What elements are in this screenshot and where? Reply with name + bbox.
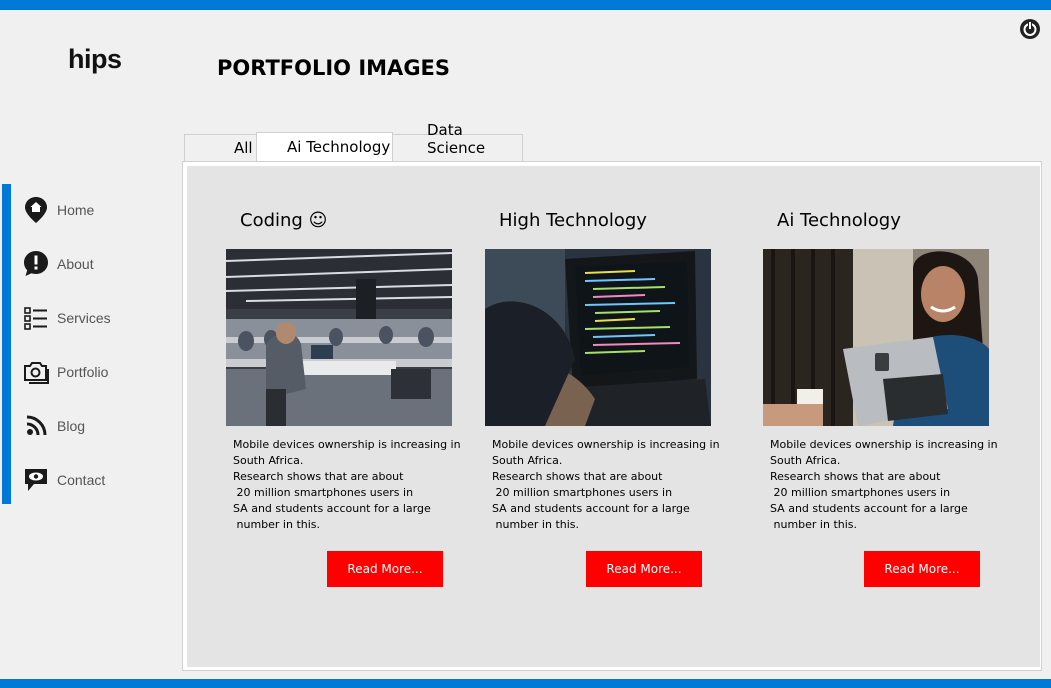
- tab-all[interactable]: All: [184, 134, 257, 162]
- bottom-accent-bar: [0, 679, 1051, 688]
- sidebar-item-services[interactable]: Services: [22, 300, 111, 336]
- page-title: PORTFOLIO IMAGES: [217, 56, 451, 80]
- read-more-button[interactable]: Read More...: [864, 551, 980, 587]
- card-description: Mobile devices ownership is increasing i…: [770, 438, 998, 531]
- list-icon: [22, 304, 50, 332]
- card-description: Mobile devices ownership is increasing i…: [233, 438, 461, 531]
- sidebar-item-label: About: [57, 256, 94, 272]
- card-description: Mobile devices ownership is increasing i…: [492, 438, 720, 531]
- read-more-button[interactable]: Read More...: [586, 551, 702, 587]
- laptop-code-photo: [485, 249, 711, 426]
- chat-eye-icon: [22, 466, 50, 494]
- sidebar-item-label: Home: [57, 202, 95, 218]
- camera-icon: [22, 358, 50, 386]
- sidebar-item-label: Blog: [57, 418, 86, 434]
- sidebar-item-about[interactable]: About: [22, 246, 94, 282]
- tab-label: Data Science: [427, 121, 486, 157]
- sidebar-accent-bar: [2, 184, 11, 504]
- app-logo: hips: [68, 44, 122, 74]
- card-title: Coding ☺: [240, 210, 328, 231]
- rss-icon: [22, 412, 50, 440]
- tab-data-science[interactable]: Data Science: [392, 121, 523, 162]
- sidebar-item-blog[interactable]: Blog: [22, 408, 85, 444]
- home-pin-icon: [22, 196, 50, 224]
- tab-label: All: [234, 139, 253, 157]
- tab-ai-technology[interactable]: Ai Technology: [256, 132, 393, 162]
- sidebar-item-label: Portfolio: [57, 364, 109, 380]
- sidebar-item-contact[interactable]: Contact: [22, 462, 105, 498]
- info-alert-icon: [22, 250, 50, 278]
- tab-label: Ai Technology: [287, 138, 391, 156]
- woman-tablet-photo: [763, 249, 989, 426]
- sidebar-item-label: Services: [57, 310, 111, 326]
- card-title: Ai Technology: [777, 210, 901, 231]
- sidebar-item-portfolio[interactable]: Portfolio: [22, 354, 108, 390]
- sidebar-item-label: Contact: [57, 472, 106, 488]
- read-more-button[interactable]: Read More...: [327, 551, 443, 587]
- power-icon[interactable]: [1019, 18, 1041, 40]
- office-workspace-photo: [226, 249, 452, 426]
- card-title: High Technology: [499, 210, 647, 231]
- sidebar-item-home[interactable]: Home: [22, 192, 94, 228]
- top-accent-bar: [0, 0, 1051, 10]
